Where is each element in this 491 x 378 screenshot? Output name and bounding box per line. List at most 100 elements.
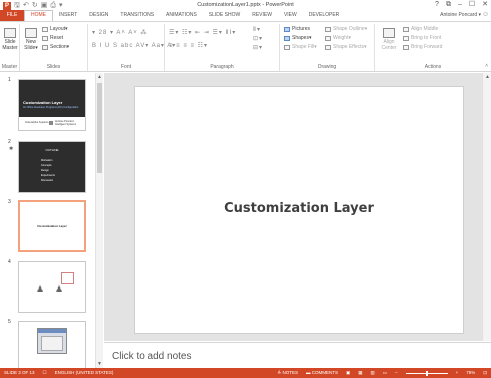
weight-button[interactable]: Weight▾ <box>325 35 351 42</box>
tab-file[interactable]: FILE <box>0 10 24 21</box>
zoom-in-icon[interactable]: + <box>456 368 459 378</box>
tab-design[interactable]: DESIGN <box>83 10 114 21</box>
thumb-2-bullets: Motivation Concepts Design Experiments D… <box>41 159 55 182</box>
slide-thumbnail-2[interactable]: OUTLINE Motivation Concepts Design Exper… <box>18 141 86 193</box>
group-label-master: Master <box>1 64 18 70</box>
status-bar: SLIDE 3 OF 13 ☐ ENGLISH (UNITED STATES) … <box>0 368 491 378</box>
comments-toggle-button[interactable]: ▬ COMMENTS <box>306 368 338 378</box>
slide-number-2: 2 <box>8 139 11 145</box>
slide-master-icon <box>4 28 16 38</box>
scroll-down-icon[interactable]: ▼ <box>97 361 102 367</box>
slide-title-textbox[interactable]: Customization Layer <box>135 201 463 216</box>
thumb-3-title: Customization Layer <box>37 224 67 228</box>
ribbon-group-paragraph: ☰▾ ☷▾ ⇤ ⇥ ☰▾ ⅡⅠ▾ ≡ ≡ ≡ ≡ ☷▾ Ⅱ▾ ⊡▾ ⊟▾ Par… <box>165 24 280 71</box>
close-icon[interactable]: ✕ <box>482 0 488 10</box>
help-icon[interactable]: ? <box>435 0 439 10</box>
slide-thumbnail-1[interactable]: Customization Layer for Office Developer… <box>18 79 86 131</box>
thumbnails-scrollbar[interactable]: ▲ ▼ <box>95 73 103 368</box>
pictures-button[interactable]: Pictures <box>284 26 310 33</box>
shape-effects-button[interactable]: Shape Effects▾ <box>325 44 367 51</box>
zoom-out-icon[interactable]: – <box>395 368 398 378</box>
tab-home[interactable]: HOME <box>24 10 53 21</box>
layout-button[interactable]: Layout▾ <box>42 26 68 33</box>
notes-pane[interactable]: Click to add notes <box>104 342 491 368</box>
align-middle-button[interactable]: Align Middle <box>403 26 438 33</box>
thumb-5-screenshot-image <box>37 328 67 354</box>
user-account[interactable]: Antoine Poncard ▾ <box>440 10 481 21</box>
pictures-icon <box>284 27 290 32</box>
font-format-controls[interactable]: B I U S abc AV▾ Aa▾ A▾ <box>92 42 176 50</box>
edit-area-scrollbar[interactable]: ▲ <box>482 73 491 341</box>
bring-forward-button[interactable]: Bring Forward <box>403 44 442 51</box>
tab-insert[interactable]: INSERT <box>53 10 83 21</box>
layout-icon <box>42 27 48 32</box>
slide-sorter-view-icon[interactable]: ▦ <box>358 368 362 378</box>
ribbon-group-master: Slide Master Master <box>0 24 20 71</box>
zoom-level[interactable]: 75% <box>466 368 475 378</box>
bring-to-front-button[interactable]: Bring to Front <box>403 35 441 42</box>
slide-number-5: 5 <box>8 319 11 325</box>
collapse-ribbon-icon[interactable]: ˄ <box>485 63 488 69</box>
language-indicator[interactable]: ENGLISH (UNITED STATES) <box>55 368 114 378</box>
new-slide-label: New Slide▾ <box>24 39 38 51</box>
thumb-1-subtitle: for Office Developer Programs (DC) Confi… <box>23 106 79 109</box>
align-center-icon <box>383 28 395 38</box>
thumb-4-figure-left-icon: ♟ <box>36 284 45 294</box>
slide-thumbnails-pane: 1 Customization Layer for Office Develop… <box>0 73 103 368</box>
shape-outline-button[interactable]: Shape Outline▾ <box>325 26 367 33</box>
ribbon-display-icon[interactable]: ⧉ <box>446 0 451 10</box>
align-text-control[interactable]: ⊡▾ <box>253 35 263 43</box>
thumb-1-title: Customization Layer <box>23 100 63 105</box>
reset-button[interactable]: Reset <box>42 35 63 42</box>
slide-counter: SLIDE 3 OF 13 <box>4 370 35 375</box>
slide-thumbnail-3[interactable]: Customization Layer <box>18 200 86 252</box>
font-size-controls[interactable]: ▾ 28 ▾ A˄ A˅ ⁂ <box>92 29 147 37</box>
tab-review[interactable]: REVIEW <box>246 10 278 21</box>
scroll-up-icon[interactable]: ▲ <box>97 74 102 80</box>
reading-view-icon[interactable]: ▥ <box>371 368 375 378</box>
align-middle-icon <box>403 27 409 32</box>
thumb-1-badge-icon <box>49 121 53 125</box>
slide-thumbnail-5[interactable] <box>18 321 86 368</box>
minimize-icon[interactable]: – <box>458 0 462 10</box>
zoom-slider[interactable] <box>405 370 448 376</box>
shapes-button[interactable]: Shapes▾ <box>284 35 311 42</box>
slideshow-view-icon[interactable]: ▭ <box>383 368 387 378</box>
normal-view-icon[interactable]: ▣ <box>346 368 350 378</box>
text-direction-control[interactable]: Ⅱ▾ <box>253 26 261 34</box>
slide-number-4: 4 <box>8 259 11 265</box>
section-button[interactable]: Section▾ <box>42 44 69 51</box>
tab-view[interactable]: VIEW <box>278 10 303 21</box>
tab-animations[interactable]: ANIMATIONS <box>160 10 203 21</box>
tab-slide-show[interactable]: SLIDE SHOW <box>203 10 246 21</box>
list-indent-controls[interactable]: ☰▾ ☷▾ ⇤ ⇥ ☰▾ ⅡⅠ▾ <box>169 29 236 37</box>
slide-number-1: 1 <box>8 77 11 83</box>
ribbon-tabs: FILE HOME INSERT DESIGN TRANSITIONS ANIM… <box>0 10 491 21</box>
notes-toggle-button[interactable]: ≙ NOTES <box>277 368 298 378</box>
edit-scroll-up-icon[interactable]: ▲ <box>485 74 490 80</box>
align-center-label: Align Center <box>381 39 397 51</box>
smartart-control[interactable]: ⊟▾ <box>253 44 263 52</box>
slide-thumbnail-4[interactable]: ♟ ♟ <box>18 261 86 313</box>
scrollbar-thumb[interactable] <box>97 83 102 173</box>
alignment-controls[interactable]: ≡ ≡ ≡ ≡ ☷▾ <box>169 42 208 50</box>
shape-outline-icon <box>325 27 331 32</box>
notes-placeholder[interactable]: Click to add notes <box>112 351 192 362</box>
tab-transitions[interactable]: TRANSITIONS <box>114 10 160 21</box>
shape-effects-icon <box>325 45 331 50</box>
user-avatar-icon[interactable]: ☺ <box>482 11 489 19</box>
current-slide-canvas[interactable]: Customization Layer <box>134 86 464 334</box>
zoom-slider-knob[interactable] <box>425 370 428 376</box>
align-center-button[interactable]: Align Center <box>379 28 399 51</box>
fit-slide-icon[interactable]: ⊡ <box>483 368 487 378</box>
shape-fill-icon <box>284 45 290 50</box>
window-controls: ? ⧉ – ☐ ✕ <box>435 0 488 10</box>
slide-2-animation-icon: ✱ <box>9 146 14 152</box>
maximize-icon[interactable]: ☐ <box>469 0 475 10</box>
weight-icon <box>325 36 331 41</box>
slide-master-button[interactable]: Slide Master <box>1 28 19 51</box>
spellcheck-icon[interactable]: ☐ <box>43 368 47 378</box>
shape-fill-button[interactable]: Shape Fill▾ <box>284 44 317 51</box>
new-slide-button[interactable]: New Slide▾ <box>22 28 40 51</box>
tab-developer[interactable]: DEVELOPER <box>303 10 346 21</box>
